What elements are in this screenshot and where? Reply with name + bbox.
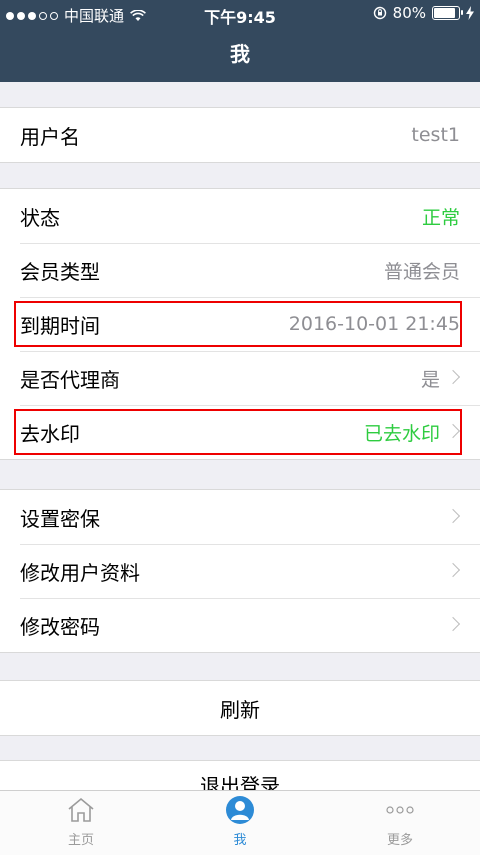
chevron-right-icon <box>445 369 461 385</box>
account-group: 用户名 test1 <box>0 107 480 163</box>
top-bar: 中国联通 下午9:45 80% 我 <box>0 0 480 82</box>
membership-info-group: 状态 正常 会员类型 普通会员 到期时间 2016-10-01 21:45 是否… <box>0 188 480 460</box>
username-value: test1 <box>411 124 460 146</box>
username-row: 用户名 test1 <box>0 108 480 162</box>
tab-more[interactable]: 更多 <box>350 795 450 848</box>
status-bar: 中国联通 下午9:45 80% <box>0 0 480 28</box>
chevron-right-icon <box>445 508 461 524</box>
rotation-lock-icon <box>373 6 386 20</box>
battery-percent: 80% <box>392 4 426 22</box>
agent-row[interactable]: 是否代理商 是 <box>0 351 480 405</box>
status-value: 正常 <box>421 206 460 229</box>
agent-label: 是否代理商 <box>20 367 120 392</box>
battery-icon <box>432 6 463 20</box>
refresh-group: 刷新 <box>0 680 480 736</box>
edit-profile-row[interactable]: 修改用户资料 <box>0 544 480 598</box>
expiry-label: 到期时间 <box>20 313 100 338</box>
charging-bolt-icon <box>466 6 474 20</box>
watermark-label: 去水印 <box>20 421 80 446</box>
tab-home-label: 主页 <box>67 833 94 848</box>
expiry-row: 到期时间 2016-10-01 21:45 <box>0 297 480 351</box>
tab-home[interactable]: 主页 <box>31 795 131 848</box>
user-icon <box>226 796 254 824</box>
status-label: 状态 <box>20 205 60 230</box>
member-type-value: 普通会员 <box>383 260 460 283</box>
chevron-right-icon <box>445 423 461 439</box>
username-label: 用户名 <box>20 124 80 149</box>
change-password-row[interactable]: 修改密码 <box>0 598 480 652</box>
page-title: 我 <box>230 42 250 66</box>
member-type-row: 会员类型 普通会员 <box>0 243 480 297</box>
status-row: 状态 正常 <box>0 189 480 243</box>
member-type-label: 会员类型 <box>20 259 100 284</box>
refresh-button[interactable]: 刷新 <box>0 681 480 735</box>
tab-me-label: 我 <box>233 833 247 848</box>
tab-bar: 主页 我 更多 <box>0 790 480 855</box>
more-dots-icon <box>386 806 414 814</box>
chevron-right-icon <box>445 616 461 632</box>
change-password-label: 修改密码 <box>20 614 100 639</box>
edit-profile-label: 修改用户资料 <box>20 560 140 585</box>
security-question-row[interactable]: 设置密保 <box>0 490 480 544</box>
chevron-right-icon <box>445 562 461 578</box>
agent-value: 是 <box>420 368 440 391</box>
watermark-value: 已去水印 <box>363 422 440 445</box>
home-icon <box>68 797 94 822</box>
tab-more-label: 更多 <box>386 833 413 848</box>
expiry-value: 2016-10-01 21:45 <box>288 313 460 335</box>
settings-group: 设置密保 修改用户资料 修改密码 <box>0 489 480 653</box>
watermark-row[interactable]: 去水印 已去水印 <box>0 405 480 459</box>
tab-me[interactable]: 我 <box>190 795 290 848</box>
security-question-label: 设置密保 <box>20 506 100 531</box>
